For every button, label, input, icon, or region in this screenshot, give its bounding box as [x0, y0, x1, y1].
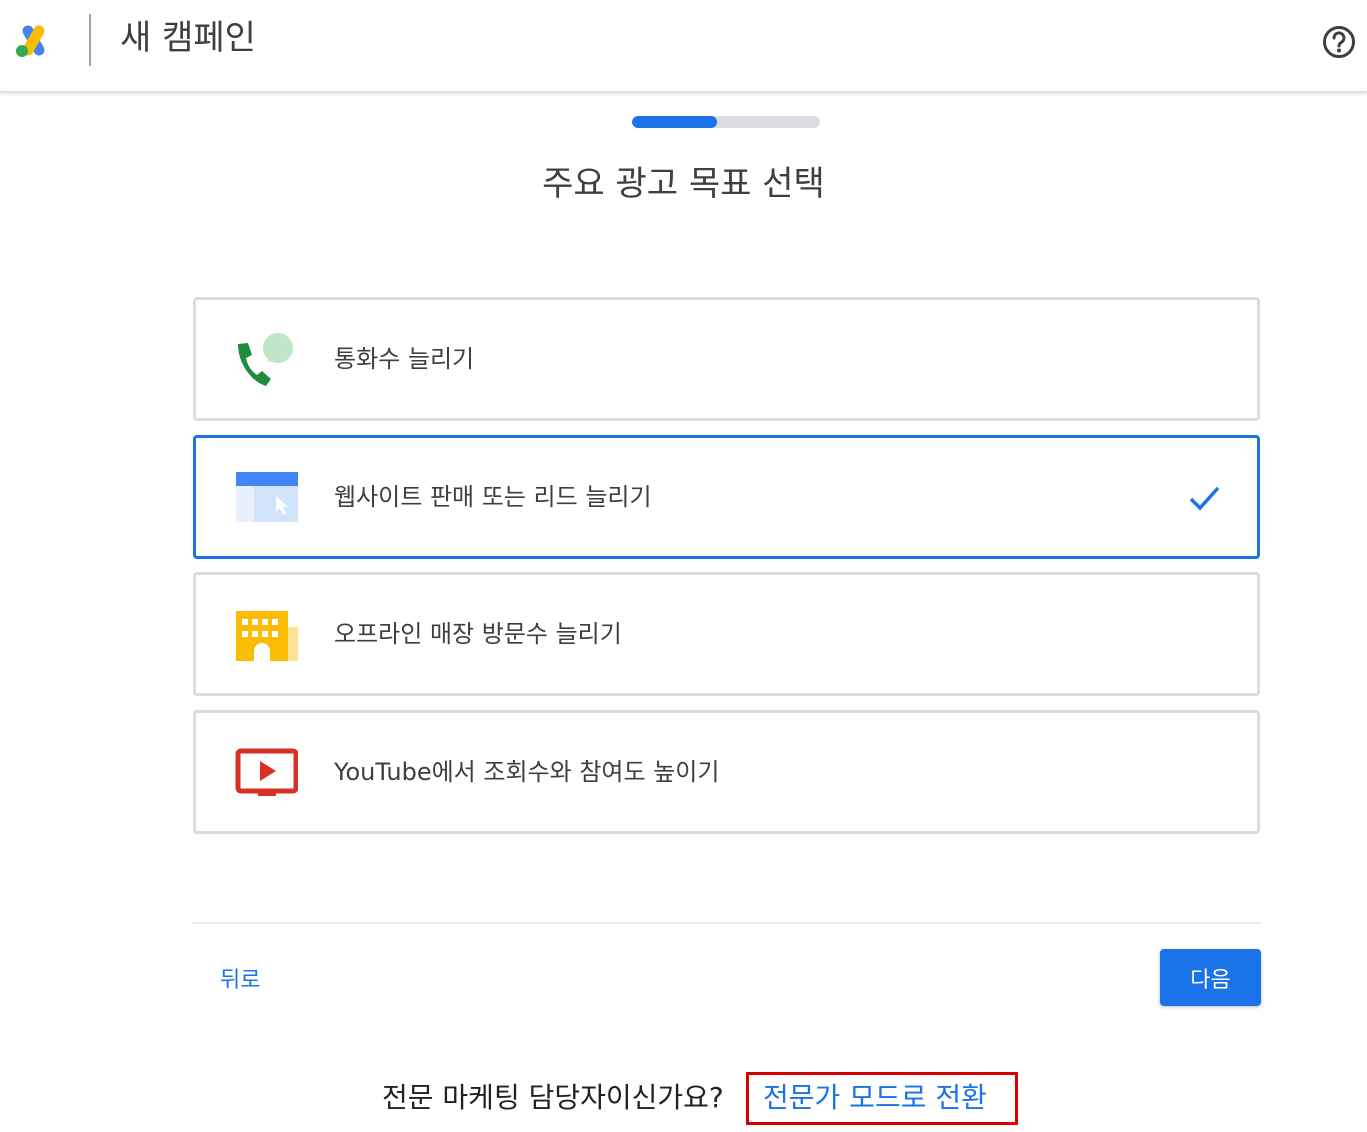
- app-header: 새 캠페인: [0, 0, 1367, 92]
- back-button[interactable]: 뒤로: [208, 958, 272, 998]
- goal-option-label: 통화수 늘리기: [334, 345, 475, 373]
- goal-option-store-visits[interactable]: 오프라인 매장 방문수 늘리기: [193, 572, 1260, 696]
- goal-option-calls[interactable]: 통화수 늘리기: [193, 297, 1260, 421]
- goal-option-label: 오프라인 매장 방문수 늘리기: [334, 620, 622, 648]
- youtube-play-icon: [235, 748, 298, 796]
- step-progress-bar: [632, 116, 820, 128]
- phone-call-icon: [238, 333, 293, 386]
- goal-option-youtube[interactable]: YouTube에서 조회수와 참여도 높이기: [193, 710, 1260, 834]
- header-divider: [89, 14, 91, 66]
- expert-link-highlight: 전문가 모드로 전환: [746, 1072, 1018, 1125]
- page-title: 주요 광고 목표 선택: [542, 164, 825, 204]
- goal-option-label: YouTube에서 조회수와 참여도 높이기: [334, 758, 720, 786]
- page-header-title: 새 캠페인: [120, 18, 256, 58]
- expert-mode-prompt: 전문 마케팅 담당자이신가요? 전문가 모드로 전환: [0, 1072, 1367, 1125]
- step-progress-fill: [632, 116, 717, 128]
- next-button[interactable]: 다음: [1160, 949, 1261, 1006]
- website-click-icon: [236, 472, 298, 522]
- footer-divider: [192, 922, 1261, 924]
- expert-question-text: 전문 마케팅 담당자이신가요?: [382, 1081, 724, 1114]
- help-circle-icon[interactable]: [1321, 24, 1357, 60]
- goal-option-label: 웹사이트 판매 또는 리드 늘리기: [334, 483, 652, 511]
- checkmark-icon: [1189, 486, 1220, 511]
- switch-to-expert-mode-link[interactable]: 전문가 모드로 전환: [763, 1075, 987, 1121]
- goal-option-website[interactable]: 웹사이트 판매 또는 리드 늘리기: [193, 435, 1260, 559]
- store-building-icon: [236, 611, 298, 661]
- google-ads-logo-icon[interactable]: [14, 22, 54, 58]
